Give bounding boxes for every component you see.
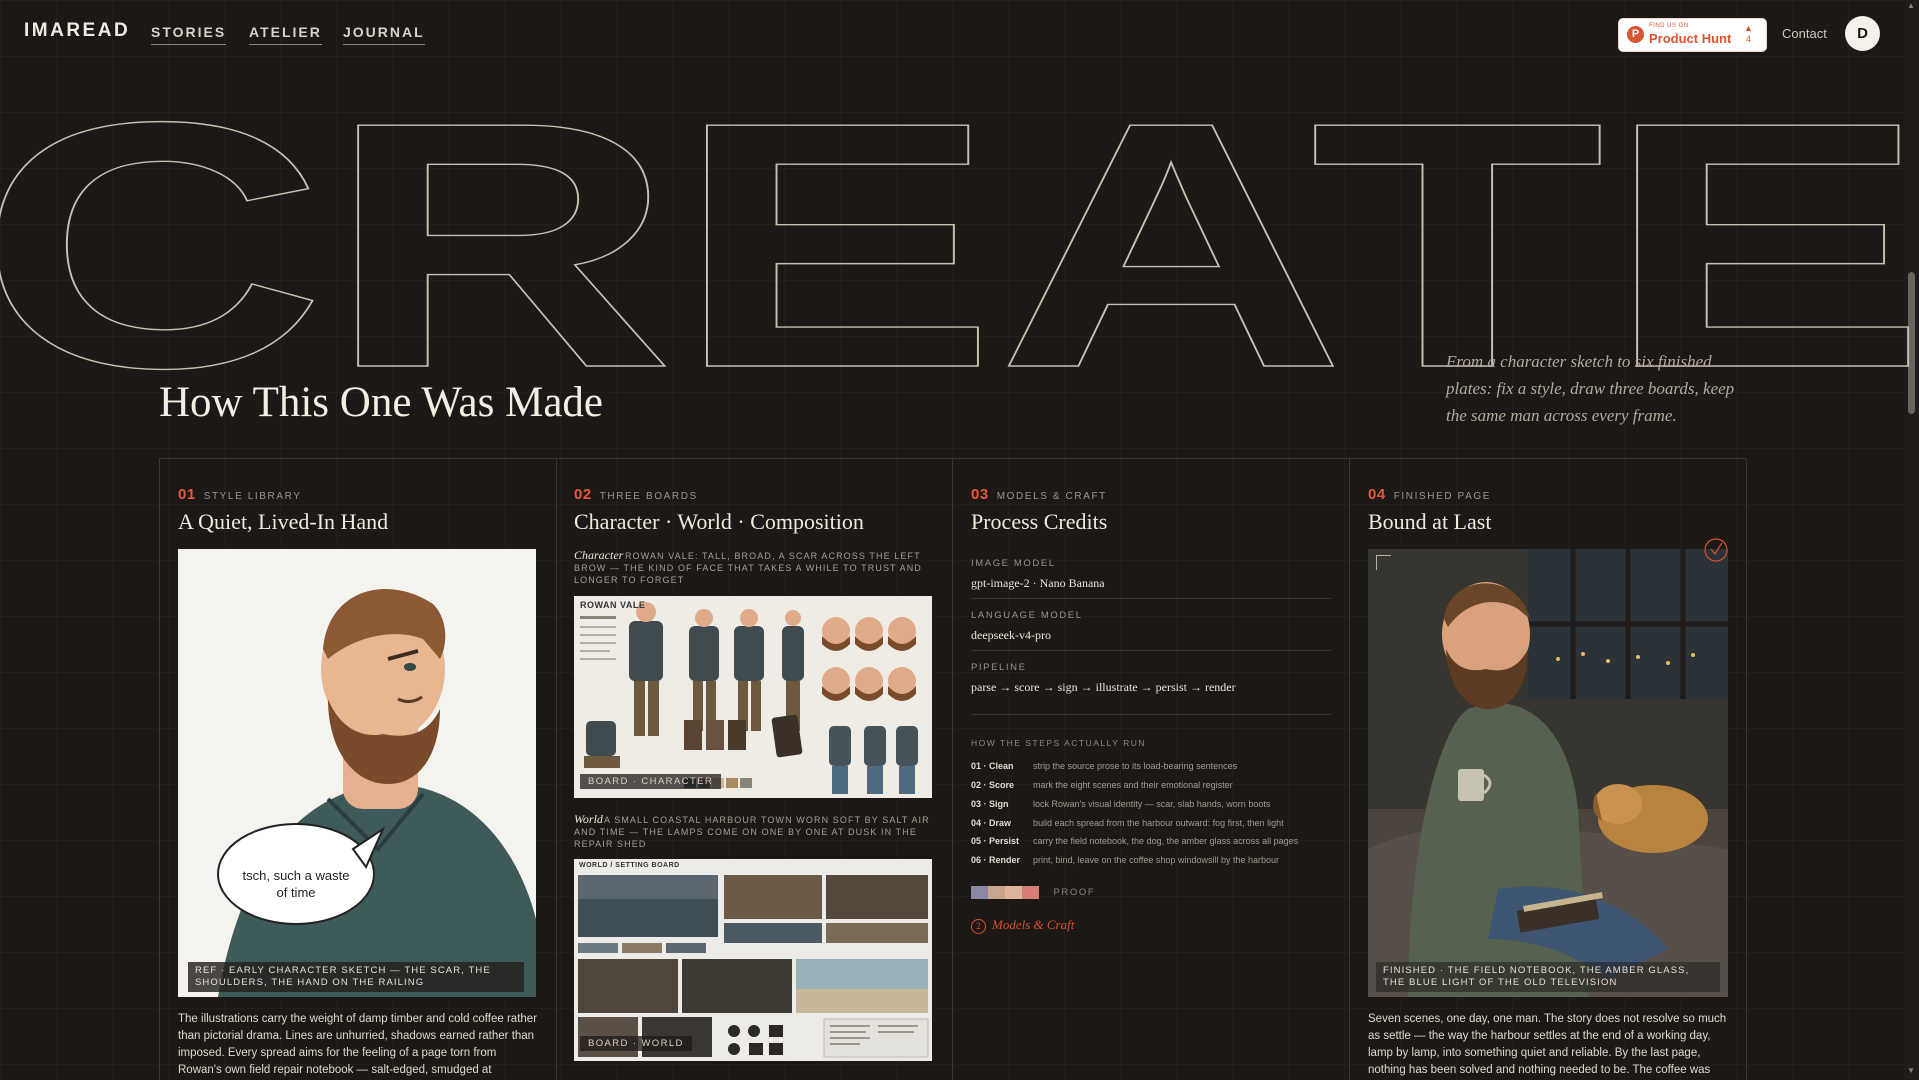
proof-swatches: PROOF [971,884,1095,902]
proof-swatch [1022,886,1039,900]
hero-outline-word: CREATE [0,49,1919,441]
hero-intro: From a character sketch to six finished … [1446,352,1735,425]
step-draw: 04 · Draw build each spread from the harb… [971,818,1284,828]
page-title: How This One Was Made [159,379,604,426]
column-finished-page: 04 FINISHED PAGE Bound at Last FINISHED … [1350,459,1747,1080]
world-board-label: World A SMALL COASTAL HARBOUR TOWN WORN … [574,812,930,849]
character-sketch-image: tsch, such a waste of time REF · EARLY C… [178,549,536,997]
signature-mark-icon: 2 [971,919,986,934]
character-board-illustration [580,602,918,794]
column-body-text: Seven scenes, one day, one man. The stor… [1368,1013,1727,1076]
world-board-image: WORLD / SETTING BOARD BOARD · WORLD [574,859,932,1061]
seal-icon [1703,537,1729,563]
proof-swatch [1005,886,1022,900]
upvote-count: ▲ 4 [1744,23,1753,44]
steps-heading: HOW THE STEPS ACTUALLY RUN [971,738,1147,748]
image-caption: FINISHED · THE FIELD NOTEBOOK, THE AMBER… [1376,962,1720,992]
column-kicker: 04 FINISHED PAGE [1368,486,1491,503]
product-hunt-badge[interactable]: P FIND US ON Product Hunt ▲ 4 [1618,18,1767,52]
nav-link-atelier[interactable]: ATELIER [249,24,322,45]
character-board-label: Character ROWAN VALE: TALL, BROAD, A SCA… [574,548,922,585]
step-score: 02 · Score mark the eight scenes and thei… [971,780,1233,790]
board-tag-world: BOARD · WORLD [580,1036,692,1051]
column-style-library: 01 STYLE LIBRARY A Quiet, Lived-In Hand t… [159,459,557,1080]
step-persist: 05 · Persist carry the field notebook, th… [971,836,1299,846]
column-title: Bound at Last [1368,509,1492,534]
character-sketch-illustration [217,589,536,997]
proof-swatch [971,886,988,900]
column-title: Character · World · Composition [574,509,864,534]
column-title: A Quiet, Lived-In Hand [178,509,389,534]
character-board-image: ROWAN VALE BOARD · CHARACTER [574,596,932,798]
world-board-illustration [578,875,929,1058]
frame-corner-icon [1376,555,1391,570]
spec-language-model: LANGUAGE MODEL deepseek-v4-pro [971,610,1331,651]
finished-page-illustration [1368,549,1728,997]
proof-label: PROOF [1053,887,1096,899]
column-body-text: The illustrations carry the weight of da… [178,1013,538,1076]
column-kicker: 03 MODELS & CRAFT [971,486,1107,503]
nav-link-stories[interactable]: STORIES [151,24,227,45]
spec-pipeline: PIPELINE parse → score → sign → illustra… [971,662,1331,715]
character-sheet-title: ROWAN VALE [580,600,646,610]
column-three-boards: 02 THREE BOARDS Character · World · Compo… [556,459,953,1080]
brand-logo[interactable]: IMAREAD [24,20,130,42]
contact-link[interactable]: Contact [1782,26,1827,41]
scroll-down-icon[interactable]: ▼ [1907,1066,1915,1075]
column-kicker: 01 STYLE LIBRARY [178,486,302,503]
speech-bubble-text: tsch, such a waste of time [242,868,350,900]
finished-page-image: FINISHED · THE FIELD NOTEBOOK, THE AMBER… [1368,549,1728,997]
column-title: Process Credits [971,509,1108,534]
user-avatar[interactable]: D [1845,16,1880,51]
product-hunt-small-text: FIND US ON [1649,23,1689,29]
product-hunt-icon: P [1627,26,1644,43]
column-kicker: 02 THREE BOARDS [574,486,698,503]
column-models-craft: 03 MODELS & CRAFT Process Credits IMAGE M… [953,459,1350,1080]
board-tag-character: BOARD · CHARACTER [580,774,722,789]
image-caption: REF · EARLY CHARACTER SKETCH — THE SCAR,… [188,962,524,992]
step-clean: 01 · Clean strip the source prose to its … [971,761,1238,771]
step-render: 06 · Render print, bind, leave on the cof… [971,855,1279,865]
product-hunt-label: Product Hunt [1649,31,1732,46]
process-columns: 01 STYLE LIBRARY A Quiet, Lived-In Hand t… [159,458,1747,1080]
nav-link-journal[interactable]: JOURNAL [343,24,425,45]
step-sign: 03 · Sign lock Rowan's visual identity — … [971,799,1271,809]
spec-image-model: IMAGE MODEL gpt-image-2 · Nano Banana [971,558,1331,599]
signature: 2 Models & Craft [971,917,1074,934]
proof-swatch [988,886,1005,900]
upvote-arrow-icon: ▲ [1744,23,1753,33]
scroll-up-icon[interactable]: ▲ [1907,1,1915,10]
world-sheet-title: WORLD / SETTING BOARD [579,862,680,869]
